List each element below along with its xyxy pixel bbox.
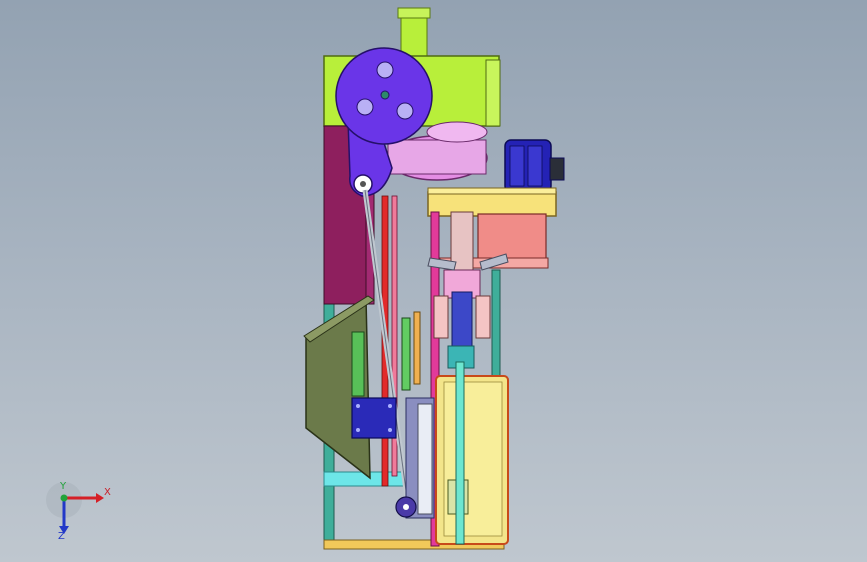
axis-triad	[46, 482, 104, 534]
motor-fins-a	[509, 145, 525, 187]
dosing-cylinder	[451, 291, 473, 349]
triad-y-label: Y	[60, 481, 67, 492]
motor-beam-top	[427, 187, 557, 195]
blue-plate-bolt-3	[356, 428, 360, 432]
motor-beam	[427, 191, 557, 217]
cam-hub	[380, 90, 390, 100]
cam-hole-left	[356, 98, 374, 116]
dosing-bracket-left	[433, 295, 449, 339]
dosing-bracket-right	[475, 295, 491, 339]
lower-shaft	[455, 361, 465, 545]
blue-plate	[351, 397, 397, 439]
triad-z-label: Z	[58, 531, 65, 542]
lower-block-light	[417, 403, 433, 515]
triad-x-arrow	[96, 493, 104, 503]
cylinder-c	[413, 311, 421, 385]
triad-x-label: X	[104, 487, 111, 498]
cylinder-a	[351, 331, 365, 397]
blue-plate-bolt-4	[388, 428, 392, 432]
bottom-roller-hub	[403, 504, 409, 510]
top-housing-side	[485, 59, 501, 127]
cad-viewport[interactable]: X Y Z	[0, 0, 867, 562]
blue-plate-bolt-2	[388, 404, 392, 408]
frame-right-post	[491, 269, 501, 391]
cam-hole-right	[396, 102, 414, 120]
motor-end-cap	[549, 157, 565, 181]
cam-hole-top	[376, 61, 394, 79]
top-pipe-collar	[397, 7, 431, 19]
triad-y-dot	[60, 494, 68, 502]
cam-pivot-pin	[360, 181, 366, 187]
blue-plate-bolt-1	[356, 404, 360, 408]
upper-pulley	[426, 121, 488, 143]
motor-fins-b	[527, 145, 543, 187]
machine-model[interactable]	[0, 0, 867, 562]
cylinder-b	[401, 317, 411, 391]
pulley-belt	[387, 139, 487, 175]
